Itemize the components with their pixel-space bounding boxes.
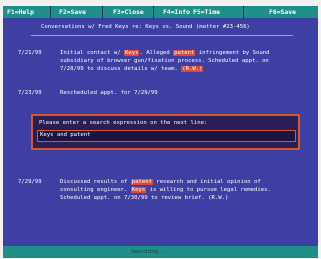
search-hit: (R.W.) xyxy=(181,66,204,72)
menu-item-info[interactable]: F4=Info xyxy=(163,6,190,18)
entry-text: infringement by Sound xyxy=(195,50,270,56)
entry-text: 7/28/99 to discuss details w/ team. xyxy=(60,66,182,72)
menu-separator xyxy=(243,6,244,18)
menu-item-time[interactable]: F5=Time xyxy=(193,6,220,18)
entry-text: consulting engineer. xyxy=(60,187,131,193)
entry-line: Rescheduled appt. for 7/29/99 xyxy=(60,90,158,96)
search-hit: Keys xyxy=(124,50,140,56)
title-divider xyxy=(31,35,293,36)
entry-line: Initial contact w/ Keys. Alleged patent … xyxy=(60,49,269,57)
entry-line: subsidiary of browser gun/fixation proce… xyxy=(60,58,269,64)
entry-date: 7/23/99 xyxy=(18,90,42,96)
status-bar: Searching... xyxy=(3,246,318,258)
menu-separator xyxy=(50,6,51,18)
search-input-value: Keys and patent xyxy=(40,132,91,138)
entry-text: research and initial opinion of xyxy=(152,179,261,185)
search-hit: patent xyxy=(130,179,153,185)
entry-line: consulting engineer. Keys is willing to … xyxy=(60,186,271,194)
entry-text: Initial contact w/ xyxy=(60,50,124,56)
search-dialog: Please enter a search expression on the … xyxy=(31,114,300,150)
entry-date: 7/29/99 xyxy=(18,179,42,185)
entry-date: 7/21/99 xyxy=(18,50,42,56)
terminal-screen: F1=Help F2=Save F3=Close F4=Info F5=Time… xyxy=(3,6,318,258)
search-hit: patent xyxy=(173,50,196,56)
entry-text: Discussed results of xyxy=(60,179,131,185)
entry-text: is willing to pursue legal remedies. xyxy=(146,187,271,193)
menu-separator xyxy=(153,6,154,18)
menu-item-close[interactable]: F3=Close xyxy=(113,6,144,18)
entry-line: 7/28/99 to discuss details w/ team. (R.W… xyxy=(60,65,204,73)
entry-line: Discussed results of patent research and… xyxy=(60,178,261,186)
function-key-menubar: F1=Help F2=Save F3=Close F4=Info F5=Time… xyxy=(3,6,318,18)
menu-item-save-2[interactable]: F6=Save xyxy=(269,6,296,18)
entry-text: . Alleged xyxy=(139,50,174,56)
search-hit: Keys xyxy=(130,187,147,193)
menu-item-help[interactable]: F1=Help xyxy=(7,6,34,18)
document-title: Conversations w/ Fred Keys re: Keys vs. … xyxy=(41,24,250,30)
search-input[interactable]: Keys and patent xyxy=(37,130,296,142)
entry-line: Scheduled appt. on 7/30/99 to review bri… xyxy=(60,195,229,201)
menu-item-save[interactable]: F2=Save xyxy=(59,6,86,18)
search-prompt: Please enter a search expression on the … xyxy=(39,120,208,126)
menu-separator xyxy=(102,6,103,18)
status-text: Searching... xyxy=(131,249,168,255)
